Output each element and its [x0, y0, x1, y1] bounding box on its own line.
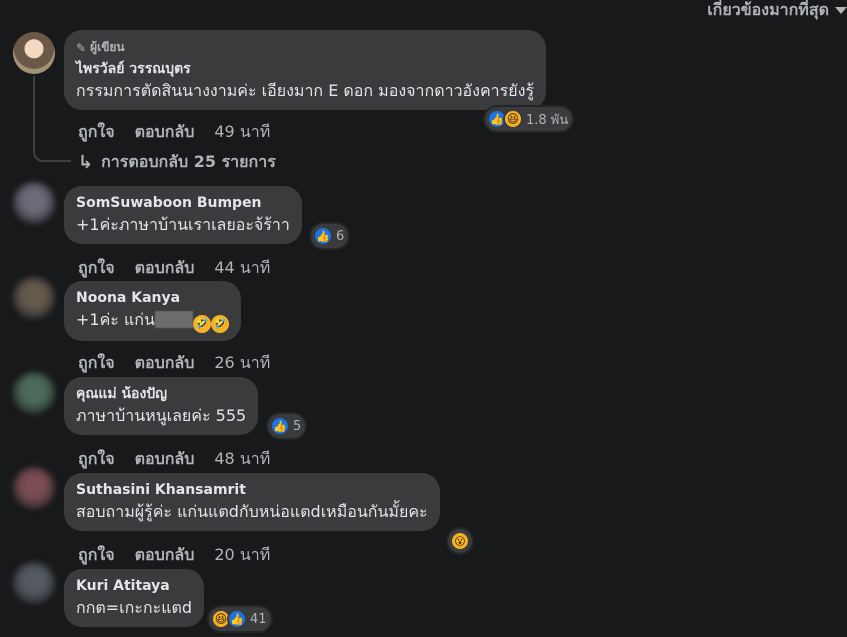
- comment-text: สอบถามผู้รู้ค่ะ แก่นแตdกับหน่อแตdเหมือนก…: [76, 502, 428, 521]
- reaction-count: 5: [293, 418, 302, 434]
- comment-text: กรรมการตัดสินนางงามค่ะ เอียงมาก E ดอก มอ…: [76, 81, 535, 100]
- comment-author-name[interactable]: SomSuwaboon Bumpen: [76, 194, 290, 213]
- reply-arrow-icon: ↳: [78, 152, 94, 173]
- like-button[interactable]: ถูกใจ: [78, 543, 115, 568]
- sort-label: เกี่ยวข้องมากที่สุด: [707, 0, 829, 19]
- reply-button[interactable]: ตอบกลับ: [135, 256, 195, 281]
- rofl-icon: 🤣: [192, 315, 211, 333]
- like-icon: 👍: [270, 416, 290, 436]
- reaction-summary[interactable]: 😮: [448, 529, 472, 553]
- comment-actions: ถูกใจ ตอบกลับ 20 นาที: [78, 543, 270, 568]
- like-button[interactable]: ถูกใจ: [78, 351, 115, 376]
- avatar[interactable]: [13, 562, 55, 604]
- reaction-summary[interactable]: 👍 6: [311, 224, 349, 248]
- timestamp[interactable]: 49 นาที: [214, 120, 270, 145]
- reaction-count: 1.8 พัน: [526, 112, 569, 128]
- reply-button[interactable]: ตอบกลับ: [135, 543, 195, 568]
- like-icon: 👍: [227, 609, 247, 629]
- comment-actions: ถูกใจ ตอบกลับ 49 นาที: [78, 120, 270, 145]
- comment-author-name[interactable]: Kuri Atitaya: [76, 577, 192, 596]
- like-icon: 👍: [313, 226, 333, 246]
- comment-section: เกี่ยวข้องมากที่สุด ✎ ผู้เขียน ไพรวัลย์ …: [0, 0, 847, 637]
- comment-actions: ถูกใจ ตอบกลับ 44 นาที: [78, 256, 270, 281]
- comment-text: กกต=เกะกะแตd: [76, 598, 193, 617]
- timestamp[interactable]: 20 นาที: [214, 543, 270, 568]
- comment-bubble: SomSuwaboon Bumpen +1ค่ะภาษาบ้านเราเลยอะ…: [64, 186, 302, 244]
- comment-bubble: ✎ ผู้เขียน ไพรวัลย์ วรรณบุตร กรรมการตัดส…: [64, 30, 547, 110]
- comment-text: +1ค่ะภาษาบ้านเราเลยอะจ้ร้าา: [76, 215, 290, 234]
- comment-actions: ถูกใจ ตอบกลับ 48 นาที: [78, 447, 270, 472]
- comment-author-name[interactable]: Suthasini Khansamrit: [76, 481, 428, 500]
- timestamp[interactable]: 44 นาที: [214, 256, 270, 281]
- like-button[interactable]: ถูกใจ: [78, 447, 115, 472]
- reply-button[interactable]: ตอบกลับ: [135, 447, 195, 472]
- avatar[interactable]: [13, 32, 55, 74]
- haha-icon: 😆: [503, 109, 523, 129]
- redacted-text: [154, 311, 193, 328]
- timestamp[interactable]: 48 นาที: [214, 447, 270, 472]
- avatar[interactable]: [13, 467, 55, 509]
- comment-author-name[interactable]: Noona Kanya: [76, 289, 229, 308]
- reply-button[interactable]: ตอบกลับ: [135, 351, 195, 376]
- reaction-summary[interactable]: 👍 😆 1.8 พัน: [485, 107, 573, 131]
- comment-author-name[interactable]: ไพรวัลย์ วรรณบุตร: [76, 60, 534, 79]
- comment-bubble: Suthasini Khansamrit สอบถามผู้รู้ค่ะ แก่…: [64, 473, 440, 531]
- reply-button[interactable]: ตอบกลับ: [135, 120, 195, 145]
- avatar[interactable]: [13, 372, 55, 414]
- timestamp[interactable]: 26 นาที: [214, 351, 270, 376]
- avatar[interactable]: [13, 182, 55, 224]
- comment-actions: ถูกใจ ตอบกลับ 26 นาที: [78, 351, 270, 376]
- comment-text: ภาษาบ้านหนูเลยค่ะ 555: [76, 406, 247, 425]
- avatar[interactable]: [13, 277, 55, 319]
- sort-dropdown[interactable]: เกี่ยวข้องมากที่สุด: [707, 0, 847, 23]
- comment-bubble: Noona Kanya +1ค่ะ แก่น 🤣 🤣: [64, 281, 241, 341]
- pencil-icon: ✎: [76, 40, 87, 55]
- comment-author-name[interactable]: คุณแม่ น้องปัญ: [76, 385, 246, 404]
- reaction-summary[interactable]: 😆 👍 41: [209, 607, 271, 631]
- rofl-icon: 🤣: [210, 315, 229, 333]
- view-replies-link[interactable]: ↳ การตอบกลับ 25 รายการ: [78, 150, 276, 175]
- comment-bubble: คุณแม่ น้องปัญ ภาษาบ้านหนูเลยค่ะ 555: [64, 377, 259, 435]
- reaction-summary[interactable]: 👍 5: [268, 414, 306, 438]
- reaction-count: 41: [250, 611, 267, 627]
- like-button[interactable]: ถูกใจ: [78, 256, 115, 281]
- author-badge: ✎ ผู้เขียน: [76, 40, 125, 55]
- like-button[interactable]: ถูกใจ: [78, 120, 115, 145]
- comment-bubble: Kuri Atitaya กกต=เกะกะแตd: [64, 569, 205, 627]
- reaction-count: 6: [336, 228, 345, 244]
- chevron-down-icon: [835, 7, 847, 14]
- wow-icon: 😮: [450, 531, 470, 551]
- comment-text: +1ค่ะ แก่น 🤣 🤣: [76, 308, 229, 333]
- thread-line: [33, 76, 71, 162]
